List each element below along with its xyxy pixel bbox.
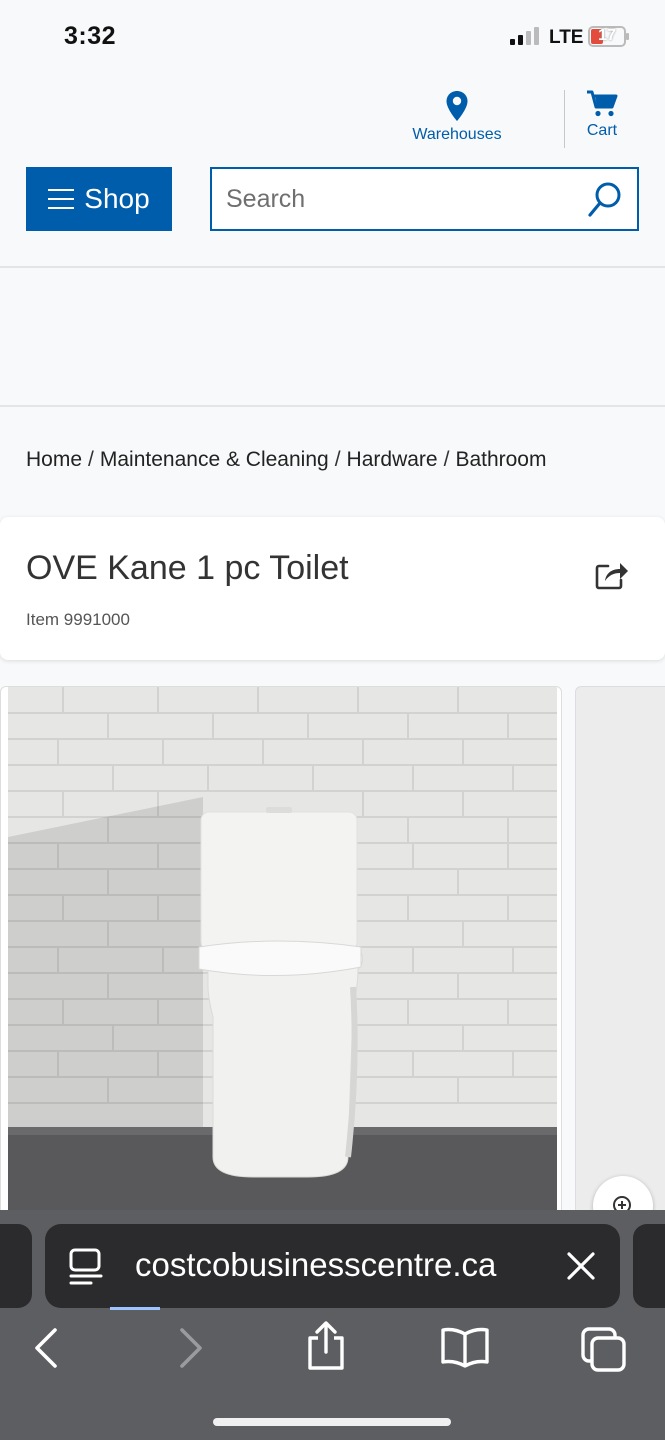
- warehouses-link[interactable]: Warehouses: [405, 90, 509, 144]
- breadcrumb-separator: /: [443, 448, 450, 471]
- next-tab[interactable]: [633, 1224, 665, 1308]
- breadcrumb-bathroom[interactable]: Bathroom: [455, 448, 546, 471]
- battery-percent: 17: [598, 27, 616, 44]
- home-indicator: [213, 1418, 451, 1426]
- item-number: Item 9991000: [26, 610, 130, 629]
- cart-label: Cart: [586, 122, 618, 139]
- breadcrumb-separator: /: [334, 448, 341, 471]
- shop-label: Shop: [84, 183, 150, 214]
- product-image: [8, 687, 557, 1225]
- url-text: costcobusinesscentre.ca: [135, 1246, 497, 1283]
- close-icon[interactable]: [565, 1250, 597, 1282]
- product-title: OVE Kane 1 pc Toilet: [26, 549, 349, 587]
- reader-mode-icon[interactable]: [69, 1248, 103, 1286]
- back-icon[interactable]: [33, 1328, 61, 1368]
- status-time: 3:32: [64, 22, 117, 50]
- hamburger-icon: [48, 189, 75, 209]
- browser-bottom-bar: costcobusinesscentre.ca: [0, 1210, 665, 1440]
- share-icon[interactable]: [594, 559, 630, 591]
- next-image-card[interactable]: [575, 686, 665, 1226]
- site-header: Warehouses Cart Shop: [0, 70, 665, 268]
- breadcrumb-separator: /: [88, 448, 94, 471]
- network-type: LTE: [549, 27, 584, 48]
- cart-icon: [587, 90, 618, 117]
- search-input[interactable]: [226, 181, 566, 217]
- share-icon[interactable]: [305, 1320, 347, 1372]
- breadcrumb-maintenance-cleaning[interactable]: Maintenance & Cleaning: [100, 448, 329, 471]
- tabs-icon[interactable]: [580, 1326, 628, 1372]
- browser-toolbar: [0, 1321, 665, 1404]
- battery-icon: 17: [588, 26, 629, 47]
- search-box: [210, 167, 639, 231]
- cart-link[interactable]: Cart: [578, 90, 626, 140]
- breadcrumb: Home / Maintenance & Cleaning / Hardware / Bat…: [26, 448, 546, 472]
- warehouses-label: Warehouses: [412, 126, 502, 143]
- header-divider: [564, 90, 565, 148]
- location-pin-icon: [446, 91, 468, 121]
- status-bar: 3:32 LTE 17: [0, 0, 665, 70]
- shop-menu-button[interactable]: Shop: [26, 167, 172, 231]
- signal-strength-icon: [510, 27, 539, 45]
- product-title-card: OVE Kane 1 pc Toilet Item 9991000: [0, 517, 665, 660]
- search-icon[interactable]: [587, 181, 623, 219]
- product-image-card[interactable]: [0, 686, 562, 1226]
- forward-icon[interactable]: [176, 1328, 204, 1368]
- page-load-progress: [110, 1307, 160, 1310]
- address-bar[interactable]: costcobusinesscentre.ca: [45, 1224, 620, 1310]
- breadcrumb-hardware[interactable]: Hardware: [347, 448, 438, 471]
- breadcrumb-home[interactable]: Home: [26, 448, 82, 471]
- banner-area: [0, 270, 665, 407]
- bookmarks-icon[interactable]: [440, 1326, 490, 1368]
- previous-tab[interactable]: [0, 1224, 32, 1308]
